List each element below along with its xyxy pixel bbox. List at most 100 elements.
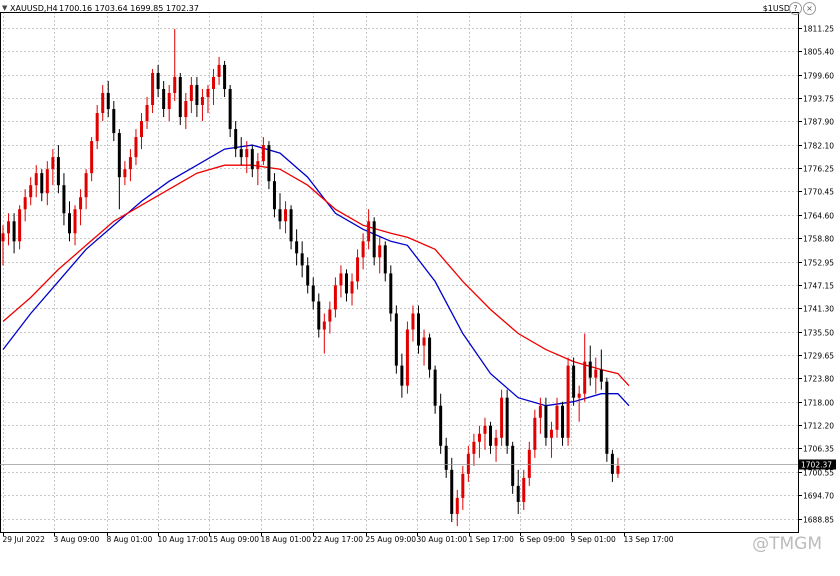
- x-tick-label: 8 Aug 01:00: [107, 535, 153, 544]
- candle: [549, 421, 553, 458]
- candle: [73, 205, 77, 246]
- candle: [123, 161, 127, 186]
- candle-body: [372, 221, 376, 258]
- candle-body: [7, 221, 11, 234]
- candle-body: [616, 465, 620, 474]
- candle: [250, 145, 254, 178]
- close-icon[interactable]: ×: [803, 2, 816, 15]
- price-chart[interactable]: 1811.25 1805.40 1799.60 1793.75 1787.90 1782.…: [0, 0, 840, 576]
- candle-body: [339, 273, 343, 286]
- one-click-usd-label: $1USD: [762, 4, 790, 13]
- candle: [317, 293, 321, 338]
- candle-body: [112, 109, 116, 134]
- candle: [34, 165, 38, 198]
- candle-body: [572, 365, 576, 398]
- y-tick-label: 1741.30: [803, 305, 834, 314]
- candle-body: [272, 181, 276, 210]
- candle: [267, 141, 271, 190]
- candle-body: [344, 273, 348, 294]
- candle: [79, 189, 83, 226]
- candle: [483, 417, 487, 450]
- candle: [45, 161, 49, 206]
- candle-body: [566, 365, 570, 438]
- candle: [156, 64, 160, 97]
- plot-border: [0, 12, 799, 533]
- y-tick-label: 1758.80: [803, 235, 834, 244]
- candle: [101, 84, 105, 122]
- x-tick-label: 30 Aug 01:00: [417, 535, 468, 544]
- candle-layer: [1, 28, 620, 526]
- moving-average-layer: [2, 144, 630, 407]
- candle: [128, 149, 132, 182]
- candle-body: [234, 129, 238, 150]
- candle-body: [40, 173, 44, 194]
- x-tick-label: 22 Aug 17:00: [313, 535, 364, 544]
- candle: [472, 433, 476, 466]
- candle-body: [67, 213, 71, 234]
- candle: [500, 389, 504, 446]
- y-tick-label: 1782.10: [803, 142, 834, 151]
- candle-body: [594, 369, 598, 378]
- y-tick-label: 1770.45: [803, 188, 834, 197]
- candle-body: [549, 429, 553, 438]
- candle: [51, 149, 55, 186]
- x-tick-label: 10 Aug 17:00: [158, 535, 209, 544]
- candle: [605, 377, 609, 462]
- candle: [134, 129, 138, 166]
- candle: [212, 68, 216, 106]
- candle: [428, 333, 432, 378]
- candle-body: [561, 405, 565, 438]
- candle-body: [62, 185, 66, 214]
- candle-body: [295, 241, 299, 254]
- candle-body: [195, 84, 199, 106]
- candle: [228, 84, 232, 138]
- candle-body: [162, 88, 166, 110]
- candle-body: [450, 469, 454, 514]
- candle: [178, 72, 182, 126]
- x-tick-label: 6 Sep 09:00: [520, 535, 566, 544]
- candle-body: [206, 88, 210, 97]
- candle-body: [500, 397, 504, 438]
- y-tick-label: 1688.85: [803, 516, 834, 525]
- candle-body: [284, 209, 288, 222]
- candle-body: [256, 161, 260, 170]
- candle: [18, 205, 22, 250]
- candle-body: [289, 209, 293, 242]
- candle: [405, 321, 409, 394]
- candle-body: [367, 221, 371, 242]
- candle-body: [394, 313, 398, 366]
- candle-body: [378, 245, 382, 258]
- candle-body: [239, 149, 243, 158]
- candle-body: [577, 393, 581, 398]
- candle: [333, 277, 337, 318]
- watermark-logo: @TMGM: [752, 534, 822, 554]
- candle: [444, 437, 448, 478]
- help-icon[interactable]: ?: [789, 2, 802, 15]
- y-tick-label: 1793.75: [803, 95, 834, 104]
- y-tick-label: 1735.50: [803, 329, 834, 338]
- candle-body: [134, 137, 138, 158]
- candle-body: [605, 381, 609, 454]
- candle-body: [101, 92, 105, 114]
- candle-body: [383, 245, 387, 274]
- y-tick-label: 1805.40: [803, 48, 834, 57]
- candle: [538, 397, 542, 434]
- y-tick-label: 1723.80: [803, 375, 834, 384]
- candle-body: [610, 453, 614, 474]
- y-tick-label: 1799.60: [803, 72, 834, 81]
- candle-body: [250, 149, 254, 170]
- candle-body: [511, 445, 515, 486]
- candle-body: [306, 265, 310, 286]
- candle-body: [405, 329, 409, 386]
- candle-body: [79, 197, 83, 210]
- candle-body: [212, 76, 216, 89]
- candle: [311, 277, 315, 310]
- candle: [511, 441, 515, 494]
- collapse-arrow-icon[interactable]: ▼: [2, 4, 7, 12]
- candle-body: [311, 285, 315, 302]
- chart-window[interactable]: 1811.25 1805.40 1799.60 1793.75 1787.90 1782.…: [0, 0, 840, 576]
- candle-body: [173, 76, 177, 93]
- candle: [162, 80, 166, 118]
- candle: [200, 88, 204, 122]
- candle-body: [95, 113, 99, 142]
